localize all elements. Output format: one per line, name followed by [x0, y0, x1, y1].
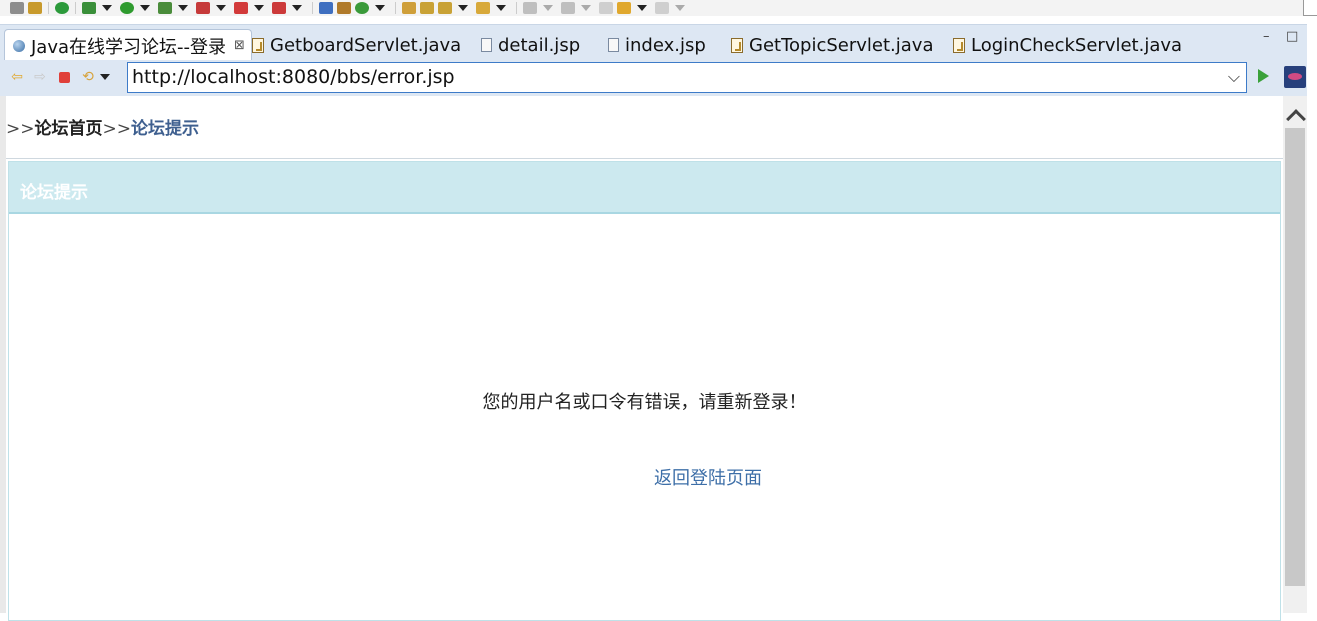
server-icon[interactable] — [158, 2, 172, 14]
tab-gettopic-servlet[interactable]: GetTopicServlet.java — [731, 29, 933, 61]
breadcrumb-current: 论坛提示 — [131, 119, 199, 139]
dropdown-arrow-icon[interactable] — [637, 5, 647, 11]
toolbar-separator — [516, 2, 517, 14]
tab-getboard-servlet[interactable]: GetboardServlet.java — [252, 29, 461, 61]
toolbar-separator — [395, 2, 396, 14]
toolbar-separator — [75, 2, 76, 14]
package-icon[interactable] — [337, 2, 351, 14]
stop-icon[interactable] — [56, 70, 72, 84]
toolbar-icon[interactable] — [10, 2, 24, 14]
forward-arrow-icon[interactable]: ⇨ — [32, 69, 48, 85]
dropdown-arrow-icon[interactable] — [254, 5, 264, 11]
panel-title: 论坛提示 — [20, 183, 88, 203]
run-icon[interactable] — [55, 2, 69, 14]
open-folder-icon[interactable] — [420, 2, 434, 14]
new-project-icon[interactable] — [319, 2, 333, 14]
external-tools-icon[interactable] — [272, 2, 286, 14]
tab-label: GetTopicServlet.java — [749, 34, 934, 56]
divider — [6, 158, 1283, 159]
refresh-green-icon[interactable] — [355, 2, 369, 14]
main-toolbar — [0, 0, 1317, 16]
go-icon[interactable] — [1258, 69, 1269, 83]
next-annotation-icon[interactable] — [523, 2, 537, 14]
debug-icon[interactable] — [82, 2, 96, 14]
tab-detail-jsp[interactable]: detail.jsp — [481, 29, 580, 61]
chevron-down-icon[interactable]: ⌵ — [1228, 67, 1240, 87]
java-file-icon — [252, 37, 264, 53]
quick-access-box[interactable] — [1303, 0, 1317, 16]
tab-label: GetboardServlet.java — [270, 34, 462, 56]
dropdown-arrow-icon[interactable] — [675, 5, 685, 11]
breadcrumb-home-link[interactable]: 论坛首页 — [35, 119, 103, 139]
back-nav-icon[interactable] — [617, 2, 631, 14]
tab-label: index.jsp — [625, 34, 706, 56]
back-to-login-link[interactable]: 返回登陆页面 — [654, 464, 762, 490]
globe-icon — [13, 39, 25, 52]
browser-icon[interactable] — [1284, 66, 1306, 88]
pen-icon[interactable] — [438, 2, 452, 14]
editor-tab-strip: Java在线学习论坛--登录 ⊠ GetboardServlet.java de… — [0, 24, 1307, 61]
forward-nav-icon[interactable] — [655, 2, 669, 14]
dropdown-arrow-icon[interactable] — [216, 5, 226, 11]
tab-label: LoginCheckServlet.java — [971, 34, 1183, 56]
close-tab-icon[interactable]: ⊠ — [234, 38, 245, 53]
tab-label: Java在线学习论坛--登录 — [31, 36, 227, 58]
breadcrumb: >>论坛首页>>论坛提示 — [6, 114, 199, 139]
dropdown-arrow-icon[interactable] — [100, 74, 110, 80]
vertical-scrollbar[interactable] — [1283, 96, 1307, 613]
dropdown-arrow-icon[interactable] — [140, 5, 150, 11]
open-folder-icon[interactable] — [402, 2, 416, 14]
file-icon — [608, 38, 619, 52]
browser-address-bar: ⇦ ⇨ ⟲ http://localhost:8080/bbs/error.js… — [0, 60, 1307, 96]
maximize-icon[interactable]: □ — [1286, 29, 1298, 44]
play-icon[interactable] — [120, 2, 134, 14]
stop-server-icon[interactable] — [234, 2, 248, 14]
dropdown-arrow-icon[interactable] — [102, 5, 112, 11]
dropdown-arrow-icon[interactable] — [292, 5, 302, 11]
deploy-icon[interactable] — [196, 2, 210, 14]
minimize-icon[interactable]: – — [1263, 29, 1270, 44]
web-page-content: >>论坛首页>>论坛提示 论坛提示 您的用户名或口令有错误，请重新登录！ 返回登… — [0, 96, 1283, 621]
notice-panel: 论坛提示 您的用户名或口令有错误，请重新登录！ 返回登陆页面 — [8, 161, 1281, 621]
tab-browser-login[interactable]: Java在线学习论坛--登录 ⊠ — [4, 29, 252, 61]
breadcrumb-separator: >> — [102, 119, 132, 139]
dropdown-arrow-icon[interactable] — [496, 5, 506, 11]
scroll-up-icon[interactable] — [1286, 106, 1304, 124]
java-file-icon — [731, 37, 743, 53]
dropdown-arrow-icon[interactable] — [581, 5, 591, 11]
last-edit-icon[interactable] — [599, 2, 613, 14]
error-message: 您的用户名或口令有错误，请重新登录！ — [482, 392, 807, 413]
toolbar-separator — [48, 2, 49, 14]
scroll-thumb[interactable] — [1285, 128, 1305, 586]
tab-logincheck-servlet[interactable]: LoginCheckServlet.java — [953, 29, 1182, 61]
url-text: http://localhost:8080/bbs/error.jsp — [132, 66, 455, 88]
toolbar-separator — [312, 2, 313, 14]
tab-index-jsp[interactable]: index.jsp — [608, 29, 706, 61]
dropdown-arrow-icon[interactable] — [543, 5, 553, 11]
toolbar-icon[interactable] — [28, 2, 42, 14]
prev-annotation-icon[interactable] — [561, 2, 575, 14]
url-input[interactable]: http://localhost:8080/bbs/error.jsp ⌵ — [127, 62, 1247, 93]
dropdown-arrow-icon[interactable] — [458, 5, 468, 11]
java-file-icon — [953, 37, 965, 53]
open-type-icon[interactable] — [476, 2, 490, 14]
dropdown-arrow-icon[interactable] — [375, 5, 385, 11]
tab-label: detail.jsp — [498, 34, 581, 56]
back-arrow-icon[interactable]: ⇦ — [9, 69, 25, 85]
file-icon — [481, 38, 492, 52]
dropdown-arrow-icon[interactable] — [178, 5, 188, 11]
refresh-icon[interactable]: ⟲ — [80, 69, 96, 85]
breadcrumb-separator: >> — [6, 119, 35, 139]
panel-header: 论坛提示 — [9, 162, 1280, 214]
